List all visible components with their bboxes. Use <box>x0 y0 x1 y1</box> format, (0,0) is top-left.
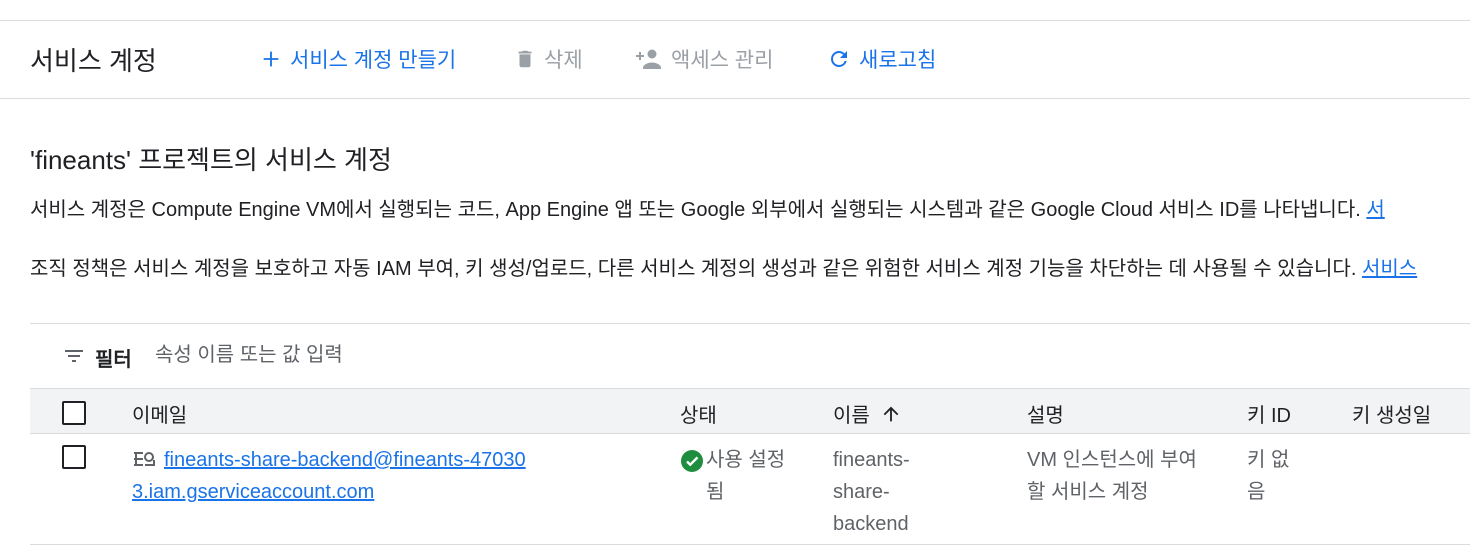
name-cell: fineants-share-backend <box>833 449 910 535</box>
arrow-up-icon <box>883 406 899 421</box>
section-title: 'fineants' 프로젝트의 서비스 계정 <box>30 145 392 175</box>
table-header: 이메일 상태 이름 설명 키 ID 키 생성일 <box>30 388 1470 434</box>
manage-access-button[interactable]: 액세스 관리 <box>635 45 773 73</box>
filter-input[interactable] <box>155 341 655 369</box>
description-link-1[interactable]: 서 <box>1366 199 1384 221</box>
person-add-icon <box>636 49 661 69</box>
refresh-label: 새로고침 <box>859 49 937 72</box>
toolbar: 서비스 계정 서비스 계정 만들기 삭제 액세스 관리 새로고침 <box>0 21 1470 99</box>
status-text: 사용 설정됨 <box>706 449 786 503</box>
column-header-description[interactable]: 설명 <box>1027 399 1064 428</box>
plus-icon <box>263 51 279 67</box>
email-cell: fineants-share-backend@fineants-470303.i… <box>132 444 532 508</box>
filter-icon[interactable] <box>62 344 86 368</box>
refresh-button[interactable]: 새로고침 <box>827 45 936 73</box>
description-text-1: 서비스 계정은 Compute Engine VM에서 실행되는 코드, App… <box>30 199 1367 221</box>
table-row: fineants-share-backend@fineants-470303.i… <box>30 434 1470 545</box>
column-header-key-created[interactable]: 키 생성일 <box>1352 399 1431 428</box>
service-account-email-link[interactable]: fineants-share-backend@fineants-470303.i… <box>132 449 526 503</box>
description-cell: VM 인스턴스에 부여할 서비스 계정 <box>1027 449 1197 503</box>
create-service-account-button[interactable]: 서비스 계정 만들기 <box>260 45 456 73</box>
filter-label: 필터 <box>95 349 132 371</box>
service-account-description: 서비스 계정은 Compute Engine VM에서 실행되는 코드, App… <box>30 193 1385 222</box>
column-header-key-id[interactable]: 키 ID <box>1247 399 1291 428</box>
refresh-icon <box>831 51 847 67</box>
manage-access-label: 액세스 관리 <box>671 49 774 72</box>
delete-label: 삭제 <box>544 49 583 72</box>
key-icon <box>134 451 155 466</box>
column-header-name-label: 이름 <box>833 405 870 427</box>
filter-bar: 필터 <box>30 323 1470 388</box>
create-service-account-label: 서비스 계정 만들기 <box>290 49 457 72</box>
column-header-name[interactable]: 이름 <box>833 399 902 428</box>
status-cell: 사용 설정됨 <box>680 444 790 508</box>
org-policy-description: 조직 정책은 서비스 계정을 보호하고 자동 IAM 부여, 키 생성/업로드,… <box>30 252 1417 281</box>
description-text-2: 조직 정책은 서비스 계정을 보호하고 자동 IAM 부여, 키 생성/업로드,… <box>30 258 1362 280</box>
description-link-2[interactable]: 서비스 <box>1362 258 1417 280</box>
key-id-cell: 키 없음 <box>1247 449 1290 503</box>
column-header-status[interactable]: 상태 <box>680 399 717 428</box>
check-circle-icon <box>681 450 703 472</box>
select-all-checkbox[interactable] <box>62 401 86 425</box>
page-title: 서비스 계정 <box>30 46 157 76</box>
delete-button[interactable]: 삭제 <box>514 45 583 73</box>
trash-icon <box>518 50 532 68</box>
row-checkbox[interactable] <box>62 445 86 469</box>
column-header-email[interactable]: 이메일 <box>132 399 187 428</box>
